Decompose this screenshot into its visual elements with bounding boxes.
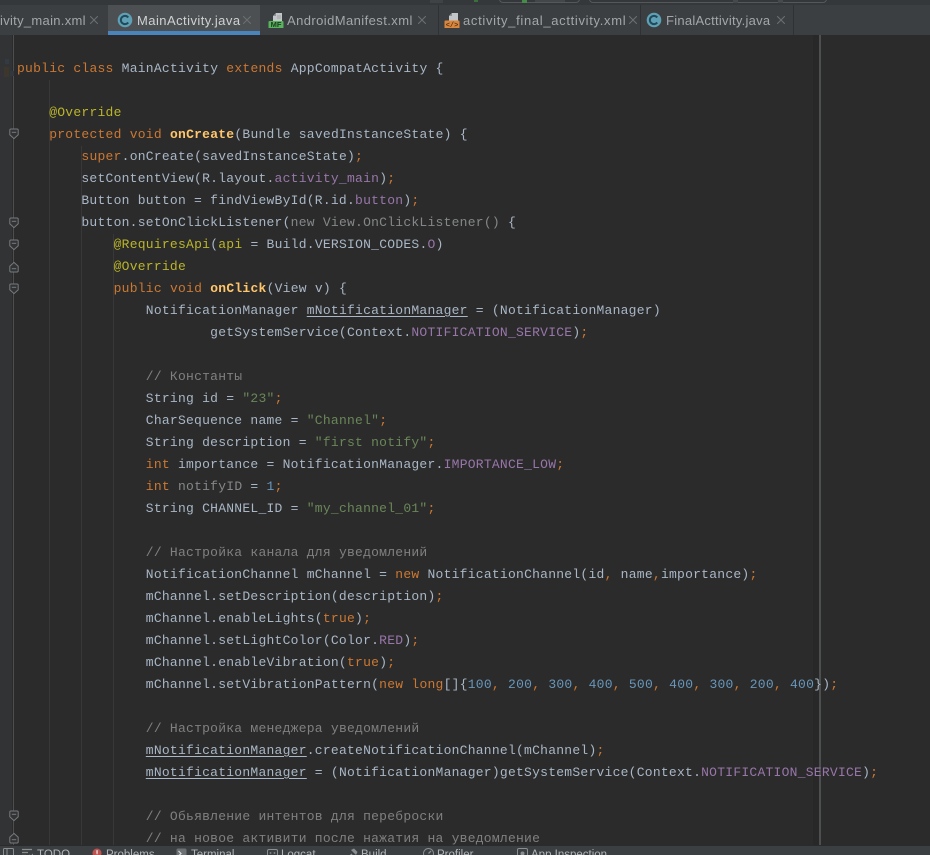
- svg-text:</>: </>: [446, 22, 459, 28]
- svg-text:MF: MF: [271, 20, 282, 28]
